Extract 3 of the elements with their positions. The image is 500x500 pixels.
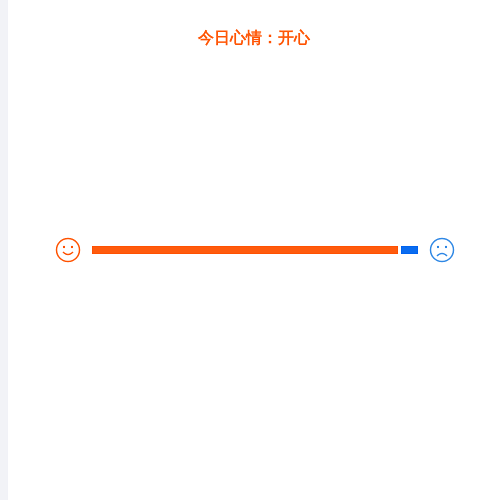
mood-title: 今日心情：开心 [198,27,310,49]
smiley-icon [55,237,81,263]
sad-face-icon [429,237,455,263]
